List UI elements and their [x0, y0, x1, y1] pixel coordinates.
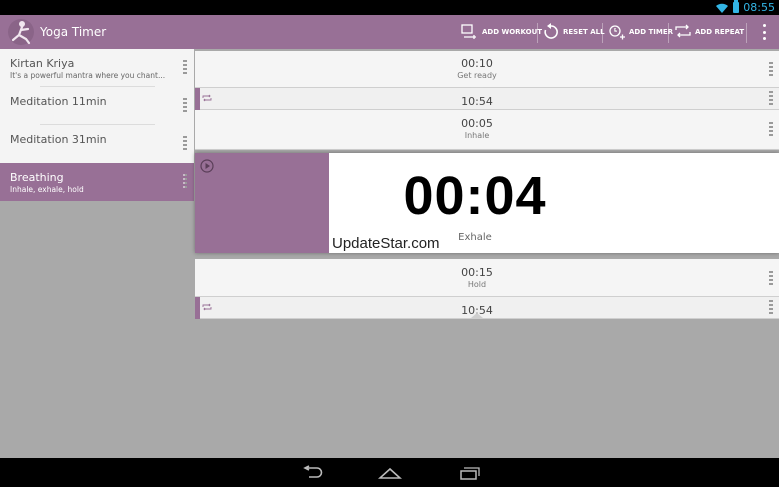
watermark-text: UpdateStar.com [332, 235, 440, 252]
timer-inhale[interactable]: 00:05 Inhale [195, 110, 779, 150]
workout-title: Kirtan Kriya [10, 57, 75, 70]
recents-icon[interactable] [456, 465, 480, 481]
add-repeat-label: ADD REPEAT [695, 28, 745, 36]
action-divider [602, 23, 603, 43]
workout-item[interactable]: Kirtan Kriya It's a powerful mantra wher… [0, 49, 194, 87]
add-repeat-icon [675, 24, 691, 38]
reset-all-label: RESET ALL [563, 28, 605, 36]
reset-all-button[interactable]: RESET ALL [542, 15, 605, 49]
drag-handle-icon[interactable] [769, 300, 773, 316]
timer-label: Inhale [464, 131, 490, 140]
wifi-icon [716, 3, 728, 13]
back-icon[interactable] [300, 465, 324, 481]
timer-label: Hold [467, 280, 487, 289]
action-divider [668, 23, 669, 43]
app-title: Yoga Timer [40, 25, 107, 39]
drag-handle-icon[interactable] [769, 62, 773, 78]
reset-icon [544, 23, 558, 39]
yoga-pose-icon[interactable] [7, 18, 35, 46]
add-timer-icon [609, 25, 625, 40]
repeat-row[interactable]: 10:54 [195, 88, 779, 110]
workout-title: Meditation 11min [10, 95, 107, 108]
status-bar: 08:55 [0, 0, 779, 15]
workout-title: Breathing [10, 171, 64, 184]
repeat-total-time: 10:54 [461, 95, 493, 108]
workout-item-selected[interactable]: Breathing Inhale, exhale, hold [0, 163, 194, 201]
drag-handle-icon[interactable] [769, 122, 773, 138]
drag-handle-icon[interactable] [769, 91, 773, 107]
timer-label: Get ready [457, 71, 497, 80]
drag-handle-icon[interactable] [183, 174, 187, 190]
add-repeat-button[interactable]: ADD REPEAT [674, 15, 744, 49]
repeat-pointer [471, 313, 483, 318]
add-timer-label: ADD TIMER [629, 28, 673, 36]
timer-progress-bar [195, 153, 329, 253]
workout-item[interactable]: Meditation 11min [0, 87, 194, 125]
play-icon[interactable] [200, 159, 214, 173]
add-workout-button[interactable]: ADD WORKOUT [461, 15, 542, 49]
overflow-menu-icon[interactable] [761, 24, 767, 40]
navigation-bar [0, 458, 779, 487]
home-icon[interactable] [378, 465, 402, 481]
drag-handle-icon[interactable] [183, 98, 187, 114]
timer-hold[interactable]: 00:15 Hold [195, 259, 779, 297]
timer-time: 00:05 [461, 117, 493, 130]
timer-time: 00:10 [461, 57, 493, 70]
status-clock: 08:55 [743, 1, 775, 14]
timer-time: 00:15 [461, 266, 493, 279]
workout-list: Kirtan Kriya It's a powerful mantra wher… [0, 49, 194, 201]
action-divider [746, 23, 747, 43]
drag-handle-icon[interactable] [769, 271, 773, 287]
workout-item[interactable]: Meditation 31min [0, 125, 194, 163]
active-timer-countdown: 00:04 [403, 166, 547, 226]
repeat-row[interactable]: 10:54 [195, 297, 779, 319]
add-workout-label: ADD WORKOUT [482, 28, 543, 36]
workout-subtitle: Inhale, exhale, hold [10, 185, 84, 194]
drag-handle-icon[interactable] [183, 136, 187, 152]
drag-handle-icon[interactable] [183, 60, 187, 76]
workout-title: Meditation 31min [10, 133, 107, 146]
action-divider [537, 23, 538, 43]
workout-subtitle: It's a powerful mantra where you chant..… [10, 71, 166, 80]
action-bar: Yoga Timer ADD WORKOUT RESET ALL ADD TIM… [0, 15, 779, 49]
timer-get-ready[interactable]: 00:10 Get ready [195, 51, 779, 92]
add-timer-button[interactable]: ADD TIMER [608, 15, 673, 49]
battery-icon [733, 0, 739, 13]
add-workout-icon [461, 24, 476, 39]
timer-active[interactable]: 00:04 Exhale UpdateStar.com [195, 153, 779, 253]
